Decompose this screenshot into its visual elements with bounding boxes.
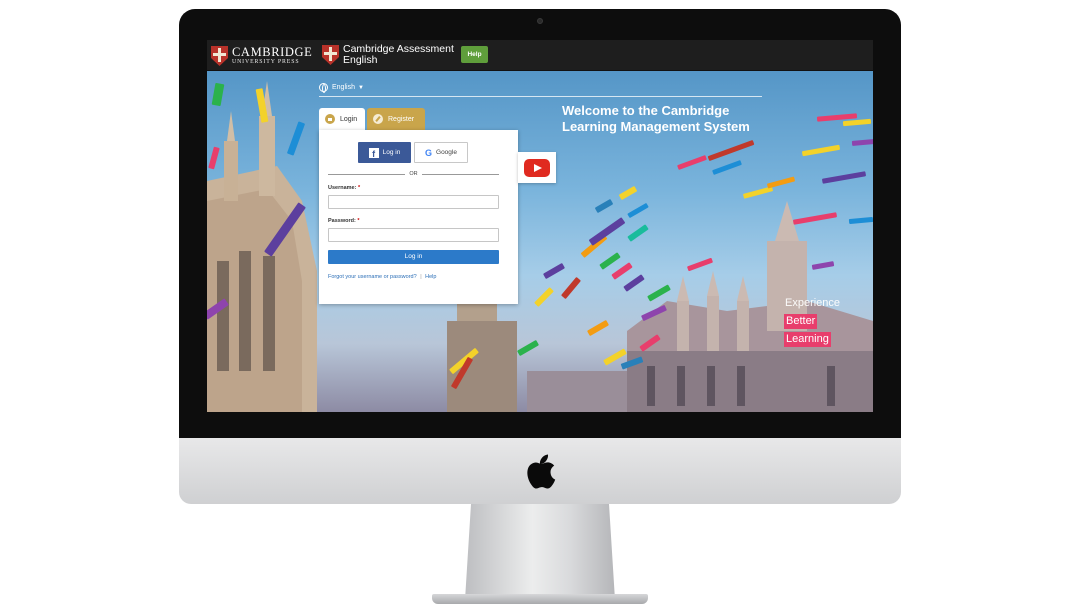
forgot-credentials-link[interactable]: Forgot your username or password? [328, 274, 417, 280]
tagline-experience: Experience [785, 297, 841, 309]
facebook-login-button[interactable]: f Log in [358, 142, 411, 163]
google-login-label: Google [436, 149, 457, 156]
google-login-button[interactable]: G Google [414, 142, 468, 163]
monitor-stand-base [432, 594, 648, 604]
cambridge-university-press-logo[interactable]: CAMBRIDGE UNIVERSITY PRESS [211, 45, 312, 67]
separator: | [420, 274, 422, 280]
globe-icon [319, 83, 328, 93]
username-field[interactable] [328, 195, 499, 209]
cambridge-shield-icon [211, 46, 228, 66]
facebook-login-label: Log in [382, 149, 401, 156]
help-links: Forgot your username or password? | Help [328, 274, 436, 280]
monitor-stand [465, 504, 615, 600]
youtube-play-icon [524, 159, 550, 177]
password-field[interactable] [328, 228, 499, 242]
tagline-better: Better [784, 314, 818, 329]
welcome-heading: Welcome to the Cambridge Learning Manage… [562, 103, 750, 134]
help-link[interactable]: Help [425, 274, 436, 280]
tab-login[interactable]: Login [319, 108, 365, 130]
login-panel: f Log in G Google OR Username: * Passwor… [319, 130, 518, 304]
lock-icon [325, 114, 335, 124]
tab-login-label: Login [340, 115, 358, 123]
pencil-icon [373, 114, 383, 124]
youtube-link[interactable] [518, 152, 556, 183]
or-divider: OR [328, 170, 499, 178]
cambridge-shield-icon [322, 45, 339, 65]
webcam-icon [537, 18, 543, 24]
background-photo [207, 71, 873, 412]
divider [319, 96, 762, 97]
screen: CAMBRIDGE UNIVERSITY PRESS Cambridge Ass… [207, 40, 873, 412]
ca-line2-text: English [343, 54, 378, 66]
password-label: Password: * [328, 218, 360, 224]
cup-name-text: CAMBRIDGE [232, 44, 313, 59]
imac-device: CAMBRIDGE UNIVERSITY PRESS Cambridge Ass… [0, 0, 1080, 608]
cup-sub-text: UNIVERSITY PRESS [232, 58, 300, 65]
or-text: OR [409, 171, 418, 177]
username-label: Username: * [328, 185, 361, 191]
kings-college-illustration [207, 81, 873, 412]
cambridge-assessment-english-logo[interactable]: Cambridge Assessment English [322, 44, 454, 66]
caret-down-icon: ▼ [357, 84, 364, 91]
login-button[interactable]: Log in [328, 250, 499, 264]
tab-register[interactable]: Register [367, 108, 425, 130]
language-selector[interactable]: English ▼ [319, 83, 364, 93]
tab-register-label: Register [388, 115, 415, 123]
google-icon: G [425, 147, 433, 158]
top-navigation-bar: CAMBRIDGE UNIVERSITY PRESS Cambridge Ass… [207, 40, 873, 71]
tagline-learning: Learning [784, 332, 831, 347]
facebook-icon: f [368, 147, 379, 159]
apple-logo-icon [527, 454, 556, 489]
language-selected: English [332, 84, 355, 91]
help-button[interactable]: Help [461, 46, 488, 63]
